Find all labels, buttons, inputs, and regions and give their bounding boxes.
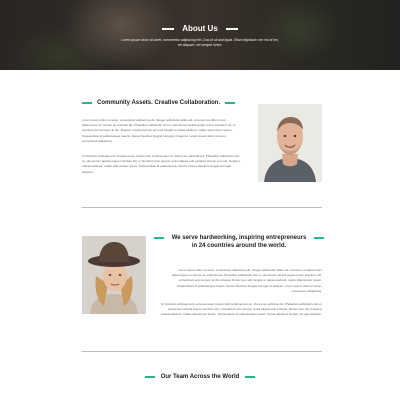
section-divider <box>82 351 322 352</box>
section2-heading-right-line <box>314 237 324 239</box>
section1-paragraph-1: Lorem ipsum dolor sit amet, consectetur … <box>82 118 236 143</box>
section3-heading: Our Team Across the World <box>160 374 240 380</box>
team-member-photo-man <box>258 104 322 182</box>
section2-paragraph-1: Lorem ipsum dolor sit amet, consectetur … <box>171 268 322 293</box>
hero-title-left-line <box>162 27 175 30</box>
team-member-photo-woman <box>82 236 146 314</box>
man-portrait-image <box>258 104 322 182</box>
hero-title: About Us <box>182 24 218 33</box>
hero-text: Lorem ipsum dolor sit amet, consectetur … <box>121 38 279 47</box>
section3-heading-left-line <box>144 376 155 378</box>
section1-heading-row: Community Assets. Creative Collaboration… <box>82 100 238 106</box>
section3-heading-right-line <box>245 376 256 378</box>
hero-title-right-line <box>225 27 238 30</box>
woman-portrait-image <box>82 236 146 314</box>
section2-heading-left-line <box>154 237 164 239</box>
section3-heading-row: Our Team Across the World <box>0 374 400 380</box>
section2-heading-row: We serve hardworking, inspiring entrepre… <box>154 234 324 250</box>
section1-heading-right-line <box>225 102 236 104</box>
section2-heading: We serve hardworking, inspiring entrepre… <box>171 235 307 249</box>
hero-title-row: About Us <box>0 24 400 33</box>
section1-paragraph-2: Ut tincidunt vehicula enim at lacus amet… <box>82 154 241 174</box>
section-divider <box>82 207 322 208</box>
section1-heading: Community Assets. Creative Collaboration… <box>97 100 221 106</box>
section2-paragraph-2: Ut tincidunt vehicula enim at lacus amet… <box>160 302 322 317</box>
section1-heading-left-line <box>82 102 92 104</box>
hero-banner: About Us Lorem ipsum dolor sit amet, con… <box>0 0 400 70</box>
